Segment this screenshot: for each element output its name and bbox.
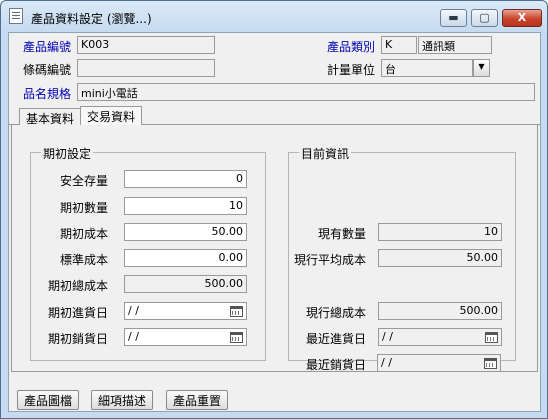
product-id-label: 產品編號 [23, 40, 72, 54]
transaction-tab-panel: 期初設定 安全存量 0 期初數量 10 期初成本 50.00 標準成本 0.00… [11, 125, 538, 372]
current-qty-label: 現有數量 [318, 227, 367, 241]
unit-label: 計量單位 [327, 63, 376, 77]
document-icon [9, 8, 23, 24]
total-cost-label: 現行總成本 [306, 306, 367, 320]
tab-transaction-info[interactable]: 交易資料 [80, 106, 143, 126]
product-spec-label: 品名規格 [23, 87, 72, 101]
last-sale-date-value: / / [381, 356, 392, 369]
current-qty-field: 10 [378, 223, 502, 241]
calendar-icon [485, 332, 498, 343]
initial-purchase-date-field[interactable]: / / [124, 302, 247, 320]
initial-sale-date-label: 期初銷貨日 [48, 332, 109, 346]
initial-cost-field[interactable]: 50.00 [124, 223, 247, 241]
unit-select[interactable]: 台 [381, 59, 473, 77]
safety-stock-label: 安全存量 [60, 174, 109, 188]
category-code-field[interactable]: K [381, 36, 417, 54]
initial-sale-date-value: / / [128, 330, 139, 343]
standard-cost-label: 標準成本 [60, 253, 109, 267]
last-purchase-date-field: / / [378, 328, 502, 346]
initial-qty-field[interactable]: 10 [124, 197, 247, 215]
initial-purchase-date-label: 期初進貨日 [48, 306, 109, 320]
last-purchase-date-value: / / [382, 330, 393, 343]
minimize-button[interactable]: ▬ [440, 9, 467, 27]
unit-dropdown-arrow[interactable]: ▼ [473, 59, 490, 77]
close-button[interactable]: X [502, 9, 542, 27]
last-purchase-date-label: 最近進貨日 [306, 332, 367, 346]
initial-purchase-date-value: / / [128, 304, 139, 317]
window-title: 產品資料設定 (瀏覽...) [31, 12, 152, 26]
calendar-icon [484, 358, 497, 369]
title-bar[interactable]: 產品資料設定 (瀏覽...) ▬ ▢ X [1, 1, 547, 31]
product-id-field[interactable]: K003 [77, 36, 215, 54]
form-body: 產品編號 K003 條碼編號 品名規格 mini小電話 產品類別 K 通訊類 計… [8, 32, 541, 412]
item-description-button[interactable]: 細項描述 [91, 390, 154, 410]
initial-sale-date-field[interactable]: / / [124, 328, 247, 346]
category-label: 產品類別 [327, 40, 376, 54]
barcode-field[interactable] [77, 59, 215, 77]
initial-settings-title: 期初設定 [41, 145, 94, 162]
calendar-icon[interactable] [230, 332, 243, 343]
initial-total-cost-label: 期初總成本 [48, 279, 109, 293]
tab-basic-info[interactable]: 基本資料 [19, 108, 82, 126]
initial-qty-label: 期初數量 [60, 201, 109, 215]
last-sale-date-label: 最近銷貨日 [306, 358, 367, 372]
product-reset-button[interactable]: 產品重置 [166, 390, 229, 410]
initial-cost-label: 期初成本 [60, 227, 109, 241]
category-name-field: 通訊類 [418, 36, 492, 54]
maximize-button[interactable]: ▢ [471, 9, 498, 27]
safety-stock-field[interactable]: 0 [124, 170, 247, 188]
calendar-icon[interactable] [230, 306, 243, 317]
barcode-label: 條碼編號 [23, 63, 72, 77]
product-image-button[interactable]: 產品圖檔 [17, 390, 80, 410]
avg-cost-field: 50.00 [378, 249, 502, 267]
total-cost-field: 500.00 [378, 302, 502, 320]
avg-cost-label: 現行平均成本 [294, 253, 367, 267]
standard-cost-field[interactable]: 0.00 [124, 249, 247, 267]
app-window: 產品資料設定 (瀏覽...) ▬ ▢ X 產品編號 K003 條碼編號 品名規格… [0, 0, 548, 419]
last-sale-date-field: / / [377, 354, 501, 372]
initial-total-cost-field: 500.00 [124, 275, 247, 293]
current-info-title: 目前資訊 [299, 145, 352, 162]
product-spec-field[interactable]: mini小電話 [77, 83, 535, 101]
